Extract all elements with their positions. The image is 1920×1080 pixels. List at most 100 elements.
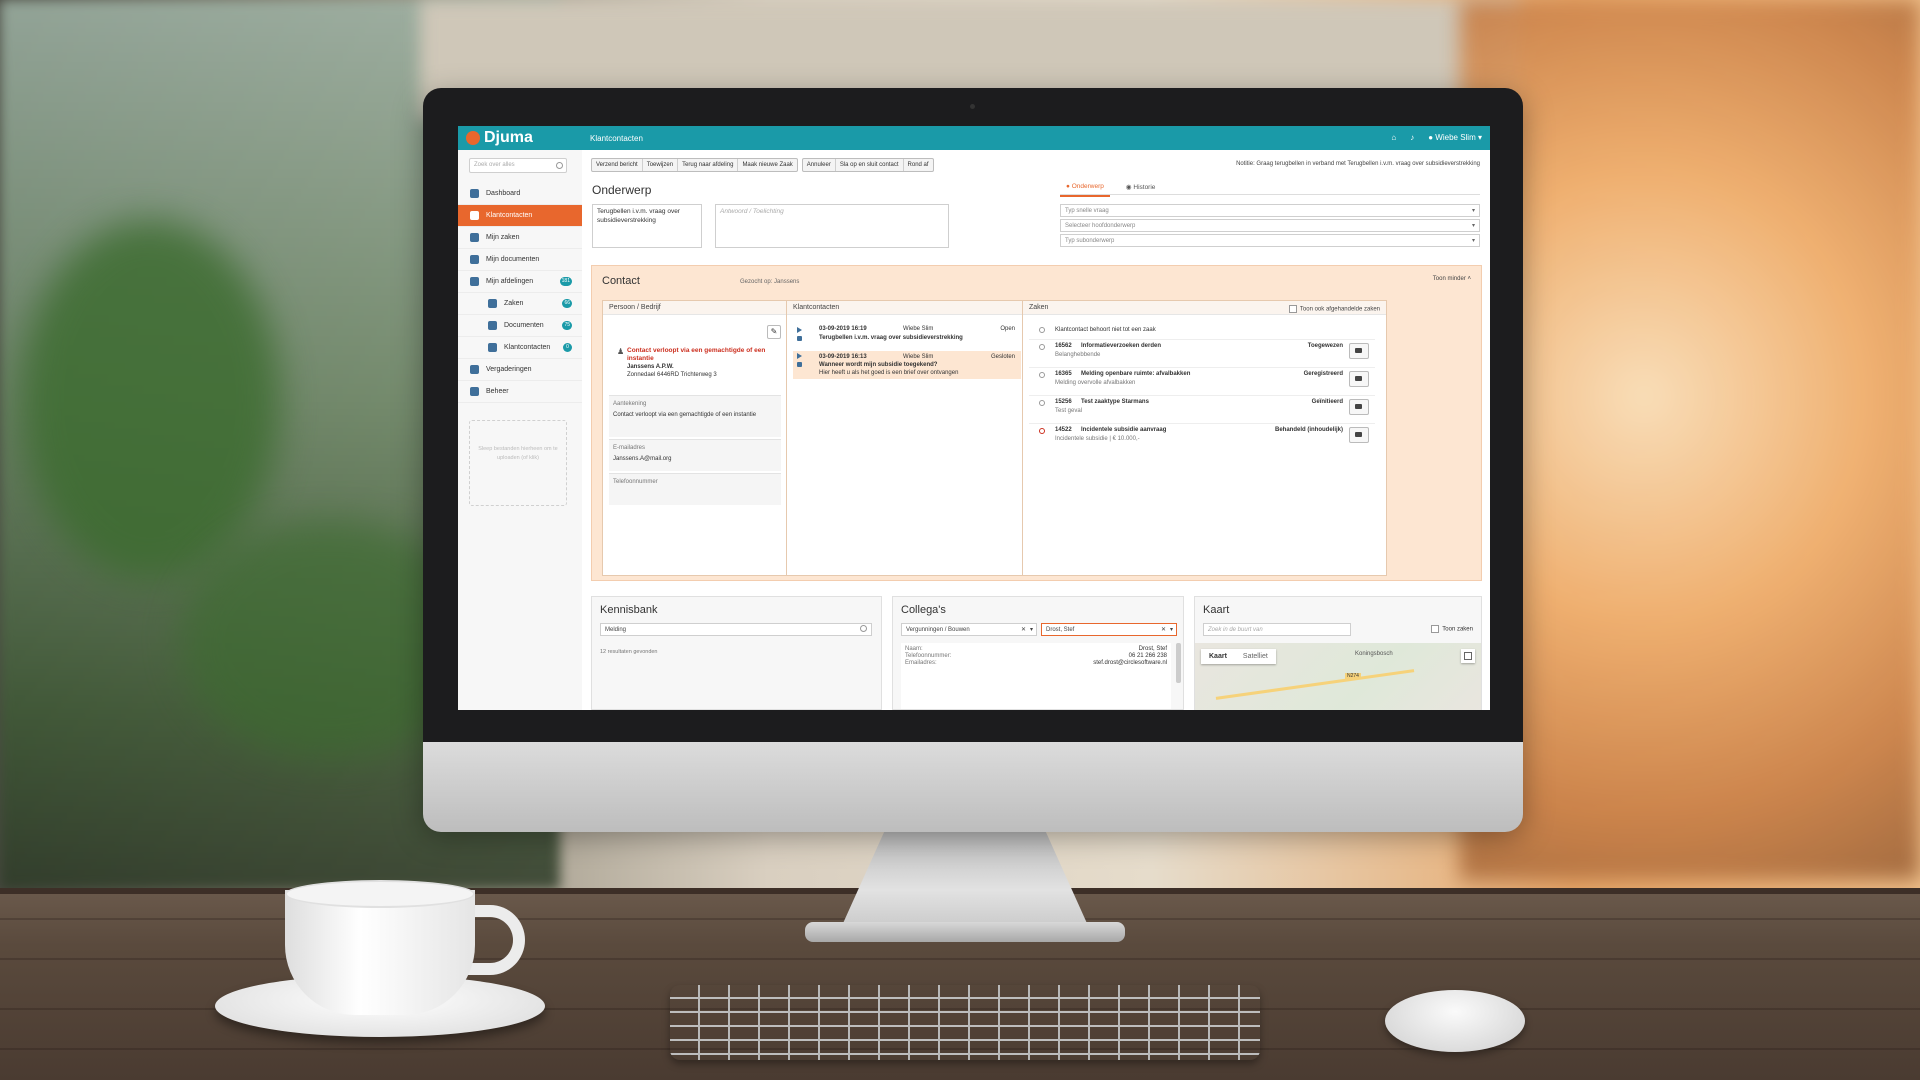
- terug-naar-afdeling-button[interactable]: Terug naar afdeling: [678, 159, 739, 171]
- search-input[interactable]: Zoek over alles: [469, 158, 567, 173]
- department-select[interactable]: Vergunningen / Bouwen ✕ ▾: [901, 623, 1037, 636]
- tab-label: Onderwerp: [1071, 183, 1104, 190]
- inbox-icon: [470, 277, 479, 286]
- zaak-name: Incidentele subsidie aanvraag: [1081, 427, 1167, 433]
- contact-detail: Hier heeft u als het goed is een brief o…: [819, 370, 959, 376]
- contact-title: Contact: [602, 275, 640, 287]
- note-label: Aantekening: [613, 401, 647, 407]
- subonderwerp-select[interactable]: Typ subonderwerp: [1060, 234, 1480, 247]
- toewijzen-button[interactable]: Toewijzen: [643, 159, 679, 171]
- map-type-kaart[interactable]: Kaart: [1201, 649, 1235, 664]
- logo-icon: [466, 131, 480, 145]
- verzend-bericht-button[interactable]: Verzend bericht: [592, 159, 643, 171]
- open-folder-button[interactable]: [1349, 343, 1369, 359]
- monitor-stand: [840, 830, 1090, 930]
- outgoing-arrow-icon: [797, 327, 802, 333]
- map-search-input[interactable]: Zoek in de buurt van: [1203, 623, 1351, 636]
- file-drop-zone[interactable]: Sleep bestanden hierheen om te uploaden …: [469, 420, 567, 506]
- table-row[interactable]: 16365 Melding openbare ruimte: afvalbakk…: [1029, 368, 1375, 396]
- open-folder-button[interactable]: [1349, 371, 1369, 387]
- screen: Djuma Klantcontacten ⌂ ♪ ● Wiebe Slim ▾ …: [458, 126, 1490, 710]
- coffee-cup: [285, 890, 475, 1015]
- maak-nieuwe-zaak-button[interactable]: Maak nieuwe Zaak: [738, 159, 796, 171]
- card-title: Klantcontacten: [787, 301, 1028, 315]
- clear-icon[interactable]: ✕: [1161, 624, 1166, 636]
- contact-panel: Contact Gezocht op: Janssens Toon minder…: [591, 265, 1482, 581]
- show-closed-toggle[interactable]: Toon ook afgehandelde zaken: [1288, 305, 1380, 313]
- user-menu[interactable]: ● Wiebe Slim ▾: [1428, 133, 1482, 142]
- checkbox[interactable]: [1431, 625, 1440, 633]
- radio-button[interactable]: [1039, 327, 1045, 333]
- email-value[interactable]: Janssens.A@mail.org: [613, 455, 777, 463]
- fullscreen-icon[interactable]: [1461, 649, 1475, 663]
- annuleer-button[interactable]: Annuleer: [803, 159, 836, 171]
- page-title: Klantcontacten: [590, 134, 643, 143]
- sidebar-item-label: Klantcontacten: [486, 212, 533, 219]
- notifications-icon[interactable]: ⌂: [1391, 133, 1396, 142]
- rond-af-button[interactable]: Rond af: [904, 159, 933, 171]
- search-icon[interactable]: [556, 162, 563, 169]
- sidebar-item-documenten[interactable]: Documenten 75: [458, 315, 582, 337]
- colleague-select[interactable]: Drost, Stef ✕ ▾: [1041, 623, 1177, 636]
- checkbox[interactable]: [1288, 305, 1297, 313]
- sidebar-item-beheer[interactable]: Beheer: [458, 381, 582, 403]
- table-row[interactable]: Klantcontact behoort niet tot een zaak: [1029, 323, 1375, 340]
- colleague-details: Naam: Drost, Stef Telefoonnummer: 06 21 26…: [901, 643, 1171, 709]
- document-icon: [488, 321, 497, 330]
- clear-icon[interactable]: ✕: [1021, 624, 1026, 636]
- list-item[interactable]: 03-09-2019 16:19 Wiebe Slim Open Terugbe…: [793, 325, 1021, 353]
- table-row[interactable]: 16562 Informatieverzoeken derden Toegewe…: [1029, 340, 1375, 368]
- zaak-status: Geïnitieerd: [1311, 399, 1343, 405]
- results-count: 12 resultaten gevonden: [600, 649, 658, 655]
- table-row[interactable]: 14522 Incidentele subsidie aanvraag Beha…: [1029, 424, 1375, 451]
- sidebar-item-zaken[interactable]: Zaken 66: [458, 293, 582, 315]
- answer-textarea[interactable]: Antwoord / Toelichting: [715, 204, 949, 248]
- radio-button[interactable]: [1039, 372, 1045, 378]
- sidebar-item-mijn-documenten[interactable]: Mijn documenten: [458, 249, 582, 271]
- radio-button-selected[interactable]: [1039, 428, 1045, 434]
- klantcontacten-card: Klantcontacten 03-09-2019 16:19 Wiebe Sl…: [786, 300, 1029, 576]
- radio-button[interactable]: [1039, 344, 1045, 350]
- sidebar-item-vergaderingen[interactable]: Vergaderingen: [458, 359, 582, 381]
- sidebar-item-label: Beheer: [486, 388, 509, 395]
- map-type-satelliet[interactable]: Satelliet: [1235, 649, 1276, 664]
- bell-icon[interactable]: ♪: [1410, 133, 1414, 142]
- scrollbar[interactable]: [1176, 643, 1181, 683]
- kennisbank-search-input[interactable]: Melding: [600, 623, 872, 636]
- sidebar-item-dashboard[interactable]: Dashboard: [458, 183, 582, 205]
- sidebar-item-mijn-zaken[interactable]: Mijn zaken: [458, 227, 582, 249]
- sla-op-button[interactable]: Sla op en sluit contact: [836, 159, 904, 171]
- table-row[interactable]: 15256 Test zaaktype Starmans Geïnitieerd…: [1029, 396, 1375, 424]
- hoofdonderwerp-select[interactable]: Selecteer hoofdonderwerp: [1060, 219, 1480, 232]
- count-badge: 75: [562, 321, 572, 330]
- sidebar-item-klantcontacten[interactable]: Klantcontacten: [458, 205, 582, 227]
- sidebar-item-mijn-afdelingen[interactable]: Mijn afdelingen 181: [458, 271, 582, 293]
- edit-icon[interactable]: ✎: [767, 325, 781, 339]
- app-logo[interactable]: Djuma: [466, 129, 533, 147]
- chat-icon: [488, 343, 497, 352]
- sidebar-nav: Dashboard Klantcontacten Mijn zaken Mijn…: [458, 183, 582, 403]
- detail-value[interactable]: stef.drost@circlesoftware.nl: [1093, 660, 1167, 667]
- panel-title: Collega's: [901, 604, 946, 616]
- zaak-status: Geregistreerd: [1303, 371, 1343, 377]
- snelle-vraag-select[interactable]: Typ snelle vraag: [1060, 204, 1480, 217]
- radio-button[interactable]: [1039, 400, 1045, 406]
- sidebar-item-klantcontacten-sub[interactable]: Klantcontacten 0: [458, 337, 582, 359]
- question-textarea[interactable]: Terugbellen i.v.m. vraag over subsidieve…: [592, 204, 702, 248]
- toon-minder-toggle[interactable]: Toon minder ˄: [1433, 276, 1471, 282]
- open-folder-button[interactable]: [1349, 427, 1369, 443]
- zaak-id: 14522: [1055, 427, 1072, 433]
- contact-subject: Terugbellen i.v.m. vraag over subsidieve…: [819, 335, 963, 341]
- folder-icon: [488, 299, 497, 308]
- list-item[interactable]: 03-09-2019 16:13 Wiebe Slim Gesloten Wan…: [793, 351, 1021, 379]
- map-road: [1215, 669, 1415, 700]
- toolbar: Verzend bericht Toewijzen Terug naar afd…: [591, 158, 934, 172]
- open-folder-button[interactable]: [1349, 399, 1369, 415]
- search-icon[interactable]: [860, 625, 867, 632]
- zaak-id: 16365: [1055, 371, 1072, 377]
- sidebar-item-label: Vergaderingen: [486, 366, 532, 373]
- cup-rim: [285, 880, 475, 908]
- select-value: Vergunningen / Bouwen: [906, 627, 970, 633]
- toon-zaken-toggle[interactable]: Toon zaken: [1431, 625, 1473, 633]
- count-badge: 66: [562, 299, 572, 308]
